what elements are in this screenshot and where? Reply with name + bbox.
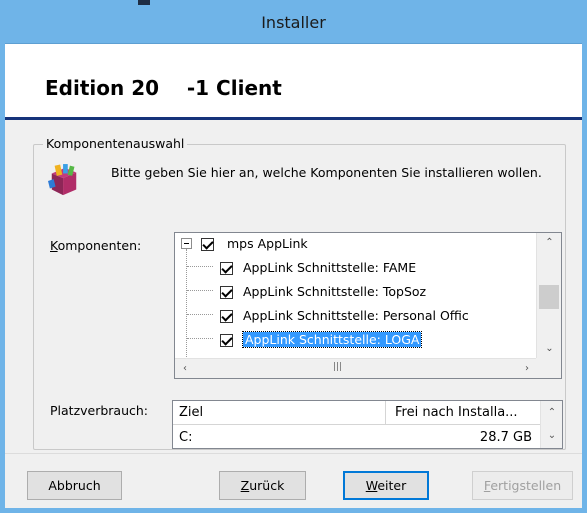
back-button-access: Z [240, 478, 250, 493]
cancel-button[interactable]: Abbruch [27, 471, 122, 500]
scroll-right-icon[interactable]: › [517, 359, 537, 379]
disk-list-scrollbar[interactable]: ⌃ ⌄ [540, 401, 562, 448]
collapse-expander-icon[interactable] [181, 238, 192, 249]
back-button-label: urück [249, 478, 285, 493]
group-description: Bitte geben Sie hier an, welche Komponen… [111, 165, 542, 180]
checkbox[interactable] [220, 262, 233, 275]
scroll-up-icon[interactable]: ⌃ [537, 233, 562, 253]
tree-horizontal-scrollbar[interactable]: ‹ ||| › [175, 358, 537, 378]
tree-item-fame[interactable]: AppLink Schnittstelle: FAME [175, 257, 537, 279]
scroll-grip-icon[interactable]: ||| [333, 362, 342, 372]
footer-bar: Abbruch Zurück Weiter Fertigstellen [5, 454, 582, 508]
components-label-access: K [50, 238, 58, 253]
finish-button[interactable]: Fertigstellen [472, 471, 573, 500]
checkbox[interactable] [220, 286, 233, 299]
column-separator[interactable] [385, 401, 386, 425]
tree-item-mps-applink[interactable]: mps AppLink [175, 233, 537, 255]
scroll-down-icon[interactable]: ⌄ [537, 339, 562, 359]
tree-item-label: AppLink Schnittstelle: Personal Offic [243, 308, 469, 323]
scrollbar-corner [536, 358, 561, 378]
components-tree[interactable]: mps AppLink AppLink Schnittstelle: FAME … [174, 232, 562, 379]
finish-button-label: ertigstellen [490, 478, 562, 493]
scroll-up-icon[interactable]: ⌃ [541, 401, 563, 424]
window-border-bottom [0, 508, 587, 513]
tree-rows: mps AppLink AppLink Schnittstelle: FAME … [175, 233, 537, 359]
package-icon [48, 164, 77, 196]
back-button[interactable]: Zurück [219, 471, 306, 500]
checkbox[interactable] [201, 238, 214, 251]
window-title: Installer [261, 13, 326, 32]
next-button[interactable]: Weiter [343, 471, 429, 500]
tree-item-label: mps AppLink [227, 236, 308, 251]
disk-target-cell: C: [179, 430, 193, 445]
next-button-access: W [365, 478, 378, 493]
disk-list-header: Ziel Frei nach Installa... [173, 401, 541, 425]
header-band: Edition 20 -1 Client [5, 44, 582, 117]
tree-item-topsoz[interactable]: AppLink Schnittstelle: TopSoz [175, 281, 537, 303]
column-header-free[interactable]: Frei nach Installa... [395, 405, 518, 420]
title-bar-mark [138, 0, 150, 5]
scroll-left-icon[interactable]: ‹ [175, 359, 195, 379]
window-border-right [582, 0, 587, 513]
scroll-down-icon[interactable]: ⌄ [541, 424, 563, 447]
groupbox-title: Komponentenauswahl [43, 136, 188, 151]
disk-usage-list[interactable]: Ziel Frei nach Installa... C: 28.7 GB ⌃ … [172, 400, 563, 449]
scroll-thumb[interactable] [539, 285, 559, 309]
tree-vertical-scrollbar[interactable]: ⌃ ⌄ [536, 233, 561, 359]
title-bar[interactable]: Installer [0, 0, 587, 44]
tree-item-label: AppLink Schnittstelle: TopSoz [243, 284, 427, 299]
disk-free-cell: 28.7 GB [479, 430, 532, 445]
tree-item-personal-office[interactable]: AppLink Schnittstelle: Personal Offic [175, 305, 537, 327]
tree-item-loga[interactable]: AppLink Schnittstelle: LOGA [175, 329, 537, 351]
checkbox[interactable] [220, 334, 233, 347]
tree-item-label: AppLink Schnittstelle: FAME [243, 260, 417, 275]
installer-window: Installer Edition 20 -1 Client Komponent… [0, 0, 587, 513]
components-label: Komponenten: [50, 238, 141, 253]
next-button-label: eiter [377, 478, 407, 493]
checkbox[interactable] [220, 310, 233, 323]
components-label-rest: omponenten: [57, 238, 142, 253]
column-header-target[interactable]: Ziel [179, 405, 203, 420]
tree-item-label: AppLink Schnittstelle: LOGA [241, 331, 423, 348]
disk-usage-label: Platzverbrauch: [50, 403, 149, 418]
page-heading: Edition 20 -1 Client [45, 76, 282, 100]
